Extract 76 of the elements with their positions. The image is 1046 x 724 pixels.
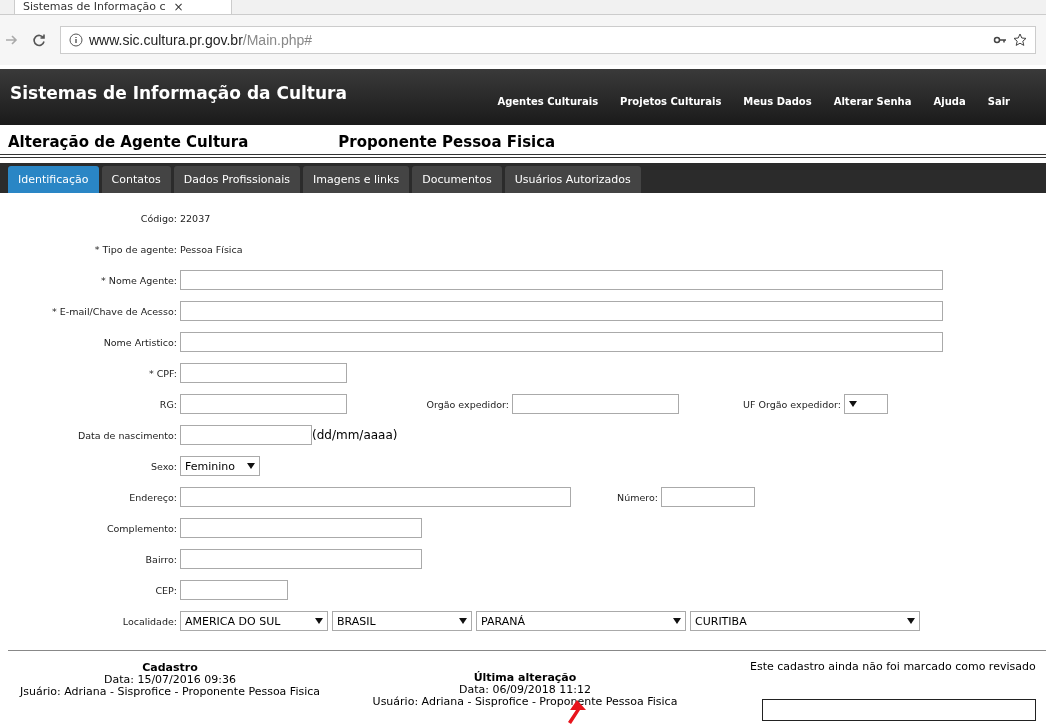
address-bar[interactable]: www.sic.cultura.pr.gov.br/Main.php#: [60, 26, 1036, 54]
input-field[interactable]: [180, 363, 347, 383]
nav-link[interactable]: Agentes Culturais: [497, 95, 599, 107]
input-field[interactable]: [180, 518, 422, 538]
tab[interactable]: Identificação: [8, 166, 99, 193]
caret-icon: [459, 618, 467, 624]
caret-icon: [907, 618, 915, 624]
field-label: Localidade:: [121, 615, 178, 627]
nav-link[interactable]: Alterar Senha: [833, 95, 912, 107]
field-label: Nome Artistico:: [102, 336, 178, 348]
url-host: www.sic.cultura.pr.gov.br: [89, 32, 243, 48]
close-tab-button[interactable]: ×: [173, 1, 184, 13]
url-path: /Main.php#: [242, 32, 313, 48]
tab[interactable]: Dados Profissionais: [173, 166, 301, 193]
select-field[interactable]: BRASIL: [332, 611, 472, 631]
tab[interactable]: Documentos: [412, 166, 502, 193]
page-title: Alteração de Agente Cultura: [8, 133, 249, 151]
site-title: Sistemas de Informação da Cultura: [10, 83, 348, 103]
info-icon: [69, 33, 83, 47]
select-field[interactable]: PARANÁ: [476, 611, 686, 631]
field-label: Sexo:: [149, 460, 178, 472]
input-field[interactable]: [180, 580, 288, 600]
field-value: Pessoa Física: [180, 243, 243, 255]
created-user: Jsuário: Adriana - Sisprofice - Proponente Pessoa Fisica: [20, 686, 320, 698]
star-icon[interactable]: [1013, 33, 1027, 47]
forward-icon[interactable]: [4, 33, 18, 47]
input-field[interactable]: [661, 487, 755, 507]
caret-icon: [315, 618, 323, 624]
tab[interactable]: Contatos: [101, 166, 171, 193]
field-label: Código:: [139, 212, 178, 224]
field-label: CEP:: [154, 584, 178, 596]
input-field[interactable]: [180, 270, 943, 290]
section-title: Cadastro: [142, 661, 198, 674]
field-label: * E-mail/Chave de Acesso:: [51, 305, 178, 317]
nav-link[interactable]: Sair: [987, 95, 1010, 107]
tab[interactable]: Imagens e links: [303, 166, 410, 193]
field-label: Número:: [616, 491, 659, 503]
field-label: RG:: [158, 398, 178, 410]
caret-icon: [849, 401, 857, 407]
caret-icon: [247, 463, 255, 469]
field-label: Orgão expedidor:: [425, 398, 510, 410]
review-status: Este cadastro ainda não foi marcado como revisado: [750, 661, 1036, 673]
field-label: * Tipo de agente:: [93, 243, 178, 255]
select-field[interactable]: AMERICA DO SUL: [180, 611, 328, 631]
input-field[interactable]: [180, 332, 943, 352]
created-date: Data: 15/07/2016 09:36: [103, 674, 237, 686]
field-label: Endereço:: [128, 491, 178, 503]
input-field[interactable]: [180, 425, 312, 445]
reload-icon[interactable]: [32, 33, 46, 47]
section-title: Última alteração: [473, 671, 577, 684]
input-field[interactable]: [180, 394, 347, 414]
field-label: * CPF:: [147, 367, 178, 379]
nav-link[interactable]: Meus Dados: [743, 95, 812, 107]
nav-link[interactable]: Ajuda: [933, 95, 966, 107]
select-field[interactable]: CURITIBA: [690, 611, 920, 631]
input-field[interactable]: [512, 394, 679, 414]
input-field[interactable]: [180, 549, 422, 569]
field-value: 22037: [180, 212, 211, 224]
tab[interactable]: Usuários Autorizados: [504, 166, 641, 193]
field-label: Bairro:: [144, 553, 178, 565]
field-label: UF Orgão expedidor:: [742, 398, 842, 410]
caret-icon: [673, 618, 681, 624]
browser-tab[interactable]: Sistemas de Informação c ×: [14, 0, 232, 14]
field-label: Data de nascimento:: [76, 429, 178, 441]
field-label: Complemento:: [105, 522, 178, 534]
select-field[interactable]: Feminino: [180, 456, 260, 476]
modified-user: Usuário: Adriana - Sisprofice - Proponente Pessoa Fisica: [372, 696, 678, 708]
page-subtitle: Proponente Pessoa Fisica: [338, 133, 556, 151]
tab-title: Sistemas de Informação c: [23, 1, 166, 13]
field-label: * Nome Agente:: [100, 274, 178, 286]
select-field[interactable]: [844, 394, 888, 414]
input-field[interactable]: [180, 301, 943, 321]
input-field[interactable]: [180, 487, 571, 507]
nav-link[interactable]: Projetos Culturais: [620, 95, 722, 107]
date-format-hint: (dd/mm/aaaa): [312, 428, 398, 442]
modified-date: Data: 06/09/2018 11:12: [458, 684, 592, 696]
